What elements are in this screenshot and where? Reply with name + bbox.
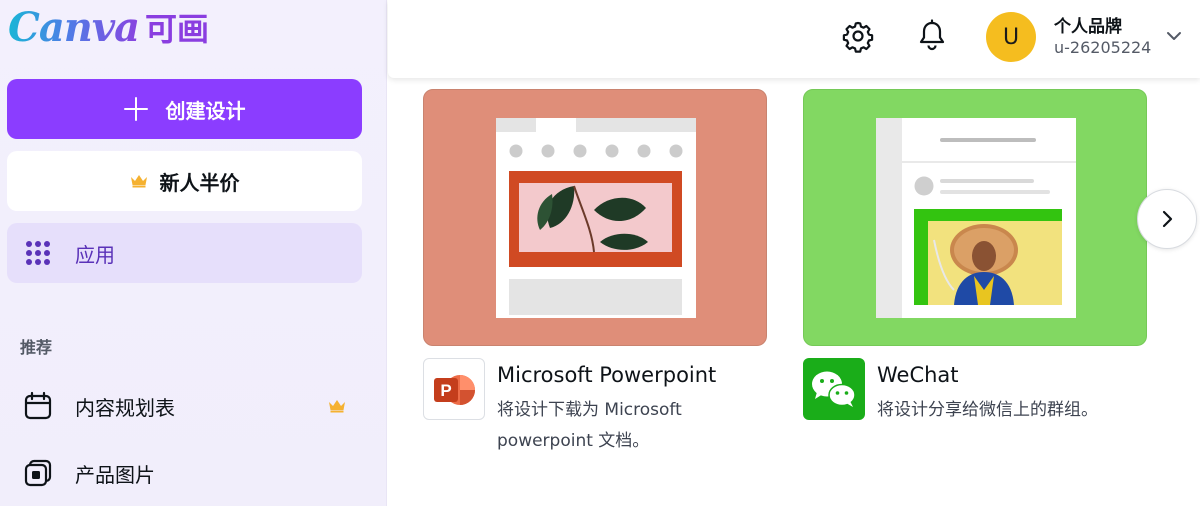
wechat-post-illustration <box>876 118 1076 318</box>
wechat-icon[interactable] <box>803 358 865 420</box>
sidebar-item-apps[interactable]: 应用 <box>7 223 362 283</box>
half-price-label: 新人半价 <box>159 172 240 195</box>
app-title[interactable]: WeChat <box>877 363 959 387</box>
app-card-powerpoint[interactable]: P Microsoft Powerpoint 将设计下载为 Microsoft … <box>423 89 767 451</box>
account-name[interactable]: 个人品牌 <box>1054 12 1122 37</box>
app-description: 将设计分享给微信上的群组。 <box>877 400 1098 420</box>
new-user-half-price-button[interactable]: 新人半价 <box>7 151 362 211</box>
calendar-icon <box>24 391 52 420</box>
svg-text:P: P <box>440 381 451 400</box>
powerpoint-preview-thumbnail[interactable] <box>423 89 767 346</box>
premium-crown-icon <box>329 400 345 413</box>
chevron-right-icon <box>1162 210 1173 228</box>
account-id: u-26205224 <box>1054 38 1152 57</box>
carousel-next-button[interactable] <box>1137 189 1197 249</box>
app-card-wechat[interactable]: WeChat 将设计分享给微信上的群组。 <box>803 89 1147 420</box>
powerpoint-slide-illustration <box>496 118 696 318</box>
sidebar-item-content-planner[interactable]: 内容规划表 <box>7 378 362 434</box>
sidebar-item-label: 产品图片 <box>75 462 155 487</box>
avatar[interactable]: U <box>986 12 1036 62</box>
app-title[interactable]: Microsoft Powerpoint <box>497 363 716 387</box>
plus-icon <box>123 97 148 121</box>
product-photo-icon <box>24 459 52 487</box>
notification-bell-icon[interactable] <box>914 18 950 54</box>
logo-chinese-wordmark: 可画 <box>145 10 210 48</box>
create-design-label: 创建设计 <box>165 100 246 123</box>
powerpoint-icon[interactable]: P <box>423 358 485 420</box>
wechat-preview-thumbnail[interactable] <box>803 89 1147 346</box>
chevron-down-icon[interactable] <box>1164 26 1184 46</box>
sidebar-item-product-photos[interactable]: 产品图片 <box>7 445 362 501</box>
create-design-button[interactable]: 创建设计 <box>7 79 362 139</box>
sidebar-item-label: 内容规划表 <box>75 395 175 420</box>
sidebar: Canva 可画 创建设计 新人半价 应用 推荐 内容规划表 产品图片 <box>0 0 387 506</box>
canva-logo[interactable]: Canva 可画 <box>8 3 228 51</box>
app-description: 将设计下载为 Microsoft powerpoint 文档。 <box>497 400 682 451</box>
logo-wordmark: Canva <box>8 3 140 51</box>
top-header: U 个人品牌 u-26205224 <box>388 0 1200 78</box>
apps-grid-icon <box>26 241 50 265</box>
sidebar-item-label: 应用 <box>75 242 115 267</box>
section-title-recommend: 推荐 <box>20 338 53 357</box>
crown-icon <box>130 175 147 188</box>
settings-gear-icon[interactable] <box>840 18 876 54</box>
